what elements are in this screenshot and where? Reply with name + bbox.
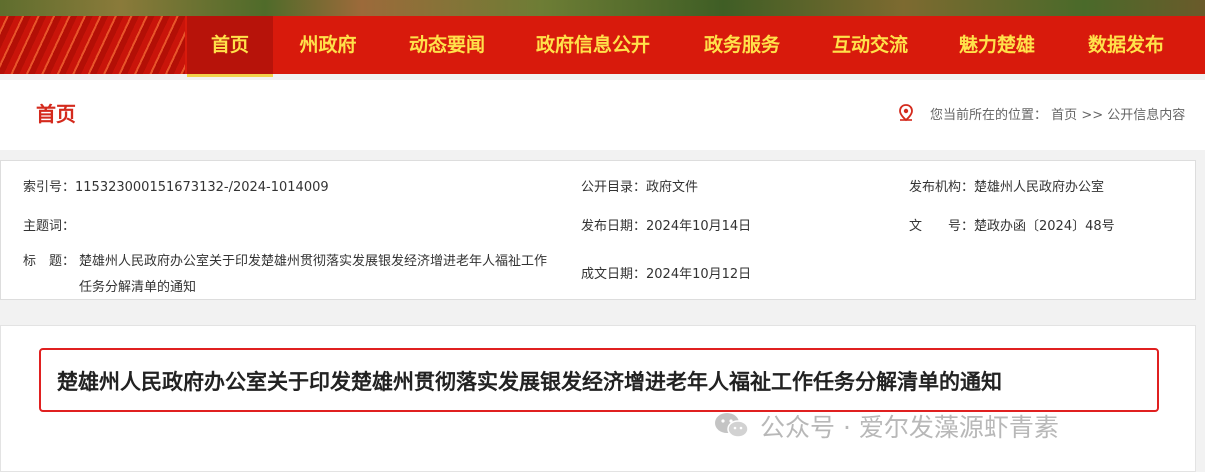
nav-item-gov-services[interactable]: 政务服务	[688, 16, 796, 74]
nav-item-data-release[interactable]: 数据发布	[1072, 16, 1180, 74]
document-metadata-panel: 索引号：115323000151673132-/2024-1014009 公开目…	[0, 160, 1196, 300]
breadcrumb-separator: >>	[1081, 108, 1104, 123]
meta-subject-label: 主题词：	[23, 219, 76, 234]
meta-subject: 主题词：	[23, 215, 75, 234]
nav-decoration	[0, 16, 185, 74]
breadcrumb-home-link[interactable]: 首页	[1051, 108, 1077, 123]
breadcrumb-current[interactable]: 公开信息内容	[1107, 108, 1185, 123]
meta-category-label: 公开目录：	[581, 180, 647, 195]
location-bar: 首页 您当前所在的位置： 首页 >> 公开信息内容	[0, 80, 1205, 150]
nav-item-home[interactable]: 首页	[187, 16, 273, 77]
nav-item-news[interactable]: 动态要闻	[392, 16, 502, 74]
nav-item-charm-chuxiong[interactable]: 魅力楚雄	[944, 16, 1050, 74]
meta-publish-date-label: 发布日期：	[581, 219, 647, 234]
meta-index-label: 索引号：	[23, 180, 76, 195]
meta-doc-number-label: 文 号：	[909, 219, 975, 234]
breadcrumb: 您当前所在的位置： 首页 >> 公开信息内容	[930, 104, 1185, 123]
header-banner-image	[0, 0, 1205, 16]
meta-publisher: 发布机构：楚雄州人民政府办公室	[909, 176, 1104, 195]
meta-category: 公开目录：政府文件	[581, 176, 698, 195]
meta-title-label: 标 题：	[23, 254, 76, 269]
meta-index-value: 115323000151673132-/2024-1014009	[75, 180, 329, 195]
meta-publisher-label: 发布机构：	[909, 180, 975, 195]
meta-created-date-value: 2024年10月12日	[646, 267, 752, 282]
nav-item-interaction[interactable]: 互动交流	[816, 16, 924, 74]
nav-item-prefecture-government[interactable]: 州政府	[286, 16, 370, 74]
meta-index-number: 索引号：115323000151673132-/2024-1014009	[23, 176, 329, 195]
page-title: 首页	[36, 102, 76, 126]
document-content-panel: 楚雄州人民政府办公室关于印发楚雄州贯彻落实发展银发经济增进老年人福祉工作任务分解…	[0, 325, 1196, 472]
watermark-text: 公众号 · 爱尔发藻源虾青素	[760, 413, 1059, 442]
meta-doc-number-value: 楚政办函〔2024〕48号	[974, 219, 1115, 234]
main-nav: 首页 州政府 动态要闻 政府信息公开 政务服务 互动交流 魅力楚雄 数据发布	[0, 16, 1205, 77]
meta-created-date-label: 成文日期：	[581, 267, 647, 282]
meta-title-value: 楚雄州人民政府办公室关于印发楚雄州贯彻落实发展银发经济增进老年人福祉工作任务分解…	[79, 254, 548, 295]
breadcrumb-prefix: 您当前所在的位置：	[930, 108, 1048, 123]
document-title-highlight: 楚雄州人民政府办公室关于印发楚雄州贯彻落实发展银发经济增进老年人福祉工作任务分解…	[39, 348, 1159, 412]
wechat-icon	[715, 413, 749, 438]
meta-publish-date: 发布日期：2024年10月14日	[581, 215, 751, 234]
meta-category-value: 政府文件	[646, 180, 699, 195]
meta-created-date: 成文日期：2024年10月12日	[581, 263, 751, 282]
nav-item-gov-info-disclosure[interactable]: 政府信息公开	[522, 16, 664, 74]
document-title: 楚雄州人民政府办公室关于印发楚雄州贯彻落实发展银发经济增进老年人福祉工作任务分解…	[57, 370, 1002, 394]
location-pin-icon	[899, 104, 913, 122]
meta-doc-number: 文 号：楚政办函〔2024〕48号	[909, 215, 1115, 234]
meta-publisher-value: 楚雄州人民政府办公室	[974, 180, 1105, 195]
meta-publish-date-value: 2024年10月14日	[646, 219, 752, 234]
